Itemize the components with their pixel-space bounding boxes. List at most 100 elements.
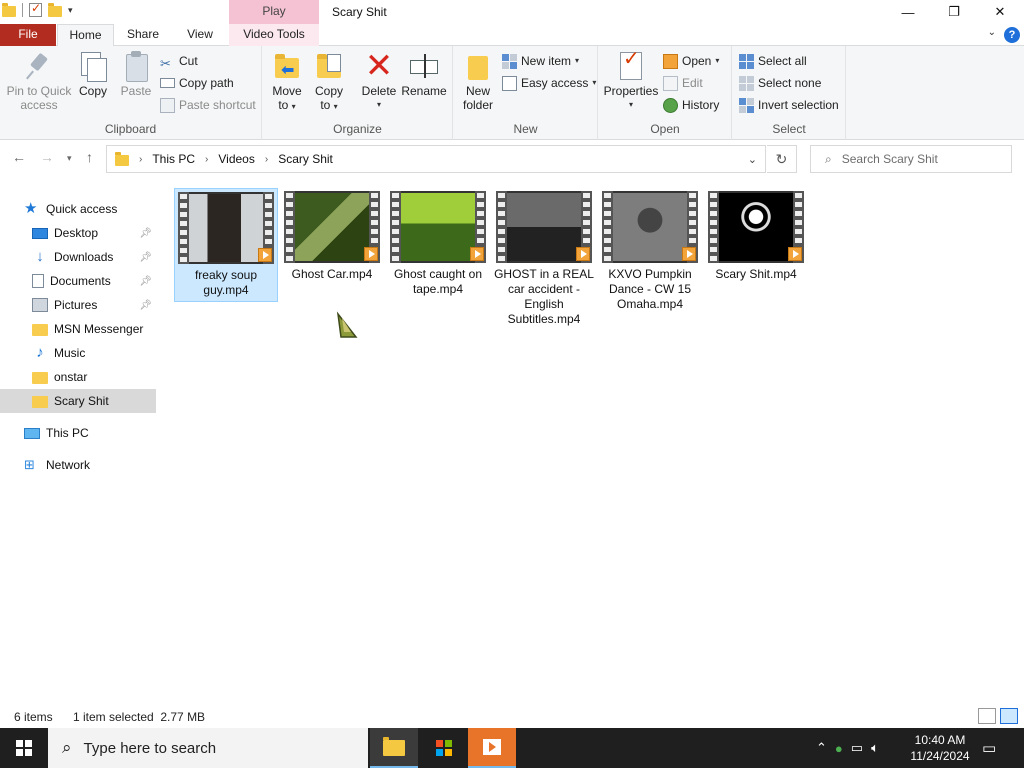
rename-button[interactable]: Rename — [401, 50, 447, 98]
invert-selection-button[interactable]: Invert selection — [739, 95, 839, 115]
cut-label: Cut — [179, 54, 198, 68]
breadcrumb-chevron-icon[interactable]: › — [139, 154, 142, 165]
copy-path-button[interactable]: Copy path — [160, 73, 234, 93]
breadcrumb-chevron-icon[interactable]: › — [265, 154, 268, 165]
sidebar-item-this-pc[interactable]: This PC — [0, 421, 156, 445]
new-item-button[interactable]: New item ▾ — [502, 51, 579, 71]
easy-access-button[interactable]: Easy access ▾ — [502, 73, 596, 93]
paste-button[interactable]: Paste — [118, 50, 154, 98]
tab-view[interactable]: View — [172, 24, 228, 46]
select-none-button[interactable]: Select none — [739, 73, 821, 93]
sidebar-item-msn-messenger[interactable]: MSN Messenger — [0, 317, 156, 341]
sidebar-item-network[interactable]: ⊞ Network — [0, 453, 156, 477]
tab-video-tools[interactable]: Video Tools — [229, 24, 319, 46]
sidebar-item-desktop[interactable]: Desktop 📌︎ — [0, 221, 156, 245]
move-to-label-2: to — [278, 98, 289, 112]
taskbar-search-placeholder: Type here to search — [83, 739, 217, 757]
file-item[interactable]: Scary Shit.mp4 — [704, 188, 808, 285]
contextual-tab-header-play: Play — [229, 0, 319, 24]
new-folder-button[interactable]: New folder — [460, 50, 496, 112]
store-taskbar-button[interactable] — [420, 728, 468, 768]
details-view-icon[interactable] — [978, 708, 996, 724]
volume-icon[interactable]: 🔈︎ — [871, 740, 879, 756]
open-button[interactable]: Open ▾ — [663, 51, 719, 71]
recent-locations-chevron-icon[interactable]: ▾ — [67, 153, 72, 164]
media-player-taskbar-button[interactable] — [468, 728, 516, 768]
large-icons-view-icon[interactable] — [1000, 708, 1018, 724]
sidebar-item-onstar[interactable]: onstar — [0, 365, 156, 389]
sidebar-item-scary-shit[interactable]: Scary Shit — [0, 389, 156, 413]
file-item[interactable]: Ghost Car.mp4 — [280, 188, 384, 285]
copy-to-button[interactable]: Copy to ▾ — [311, 50, 347, 114]
back-arrow-icon[interactable]: ← — [12, 149, 26, 165]
media-player-icon — [483, 739, 501, 755]
maximize-button[interactable]: ❐ — [931, 0, 977, 24]
navigation-pane: ★ Quick access Desktop 📌︎ ↓ Downloads 📌︎… — [0, 192, 160, 702]
select-none-label: Select none — [758, 76, 822, 90]
sidebar-item-documents[interactable]: Documents 📌︎ — [0, 269, 156, 293]
file-item[interactable]: freaky soup guy.mp4 — [174, 188, 278, 302]
address-dropdown-chevron-icon[interactable]: ⌄ — [748, 153, 757, 166]
cut-button[interactable]: ✂ Cut — [160, 51, 198, 71]
minimize-button[interactable]: — — [885, 0, 931, 24]
file-item[interactable]: GHOST in a REAL car accident - English S… — [492, 188, 596, 330]
status-bar: 6 items 1 item selected 2.77 MB — [0, 706, 1024, 728]
properties-button[interactable]: Properties ▾ — [603, 50, 659, 112]
notifications-icon[interactable]: ▭ — [982, 728, 996, 768]
file-explorer-taskbar-button[interactable] — [370, 728, 418, 768]
ribbon: Pin to Quick access Copy Paste ✂ Cut Cop… — [0, 46, 1024, 140]
breadcrumb-videos[interactable]: Videos — [218, 152, 254, 166]
taskbar-search-input[interactable]: ⌕ Type here to search — [48, 728, 368, 768]
pin-icon: 📌︎ — [139, 227, 152, 239]
file-item[interactable]: Ghost caught on tape.mp4 — [386, 188, 490, 300]
sidebar-item-quick-access[interactable]: ★ Quick access — [0, 197, 156, 221]
new-folder-qat-icon[interactable] — [48, 2, 62, 17]
help-icon[interactable]: ? — [1004, 27, 1020, 43]
tab-home[interactable]: Home — [57, 24, 114, 47]
sidebar-item-music[interactable]: ♪ Music — [0, 341, 156, 365]
file-item[interactable]: KXVO Pumpkin Dance - CW 15 Omaha.mp4 — [598, 188, 702, 315]
customize-qat-dropdown-icon[interactable]: ▾ — [68, 5, 73, 16]
people-icon[interactable]: ● — [835, 741, 843, 756]
file-name: Ghost caught on tape.mp4 — [393, 267, 483, 296]
chevron-down-icon: ▾ — [575, 56, 580, 65]
new-folder-label-2: folder — [462, 98, 494, 112]
copy-button[interactable]: Copy — [76, 50, 110, 98]
tab-share[interactable]: Share — [114, 24, 172, 46]
folder-icon — [2, 2, 16, 17]
folder-icon — [32, 324, 48, 336]
delete-button[interactable]: ✕ Delete ▾ — [359, 49, 399, 112]
easy-access-icon — [502, 75, 517, 91]
pin-label-2: access — [20, 98, 58, 112]
network-status-icon[interactable]: ▭ — [851, 740, 863, 756]
refresh-icon[interactable]: ↻ — [767, 145, 797, 173]
sidebar-item-label: Documents — [50, 274, 111, 288]
tab-file[interactable]: File — [0, 24, 56, 46]
move-to-icon: ⬅ — [271, 50, 303, 82]
breadcrumb-chevron-icon[interactable]: › — [205, 154, 208, 165]
pc-icon — [24, 427, 40, 439]
history-icon — [663, 97, 678, 113]
start-button[interactable] — [0, 728, 48, 768]
close-button[interactable]: ✕ — [977, 0, 1023, 24]
paste-shortcut-button[interactable]: Paste shortcut — [160, 95, 256, 115]
search-input[interactable]: ⌕ Search Scary Shit — [810, 145, 1012, 173]
new-group-label: New — [513, 122, 538, 136]
history-button[interactable]: History — [663, 95, 719, 115]
move-to-button[interactable]: ⬅ Move to ▾ — [269, 50, 305, 114]
address-bar[interactable]: › This PC › Videos › Scary Shit ⌄ — [106, 145, 766, 173]
sidebar-item-downloads[interactable]: ↓ Downloads 📌︎ — [0, 245, 156, 269]
edit-button[interactable]: Edit — [663, 73, 703, 93]
forward-arrow-icon[interactable]: → — [40, 149, 54, 165]
up-arrow-icon[interactable]: ↑ — [86, 149, 93, 165]
pin-to-quick-access-button[interactable]: Pin to Quick access — [6, 50, 72, 112]
show-hidden-icons-chevron-icon[interactable]: ⌃ — [816, 740, 827, 756]
video-thumbnail — [496, 191, 592, 263]
clock[interactable]: 10:40 AM 11/24/2024 — [904, 732, 976, 764]
properties-qat-icon[interactable] — [29, 1, 42, 17]
collapse-ribbon-icon[interactable]: ⌄ — [988, 27, 996, 38]
breadcrumb-scary-shit[interactable]: Scary Shit — [278, 152, 333, 166]
breadcrumb-this-pc[interactable]: This PC — [152, 152, 195, 166]
select-all-button[interactable]: Select all — [739, 51, 807, 71]
sidebar-item-pictures[interactable]: Pictures 📌︎ — [0, 293, 156, 317]
